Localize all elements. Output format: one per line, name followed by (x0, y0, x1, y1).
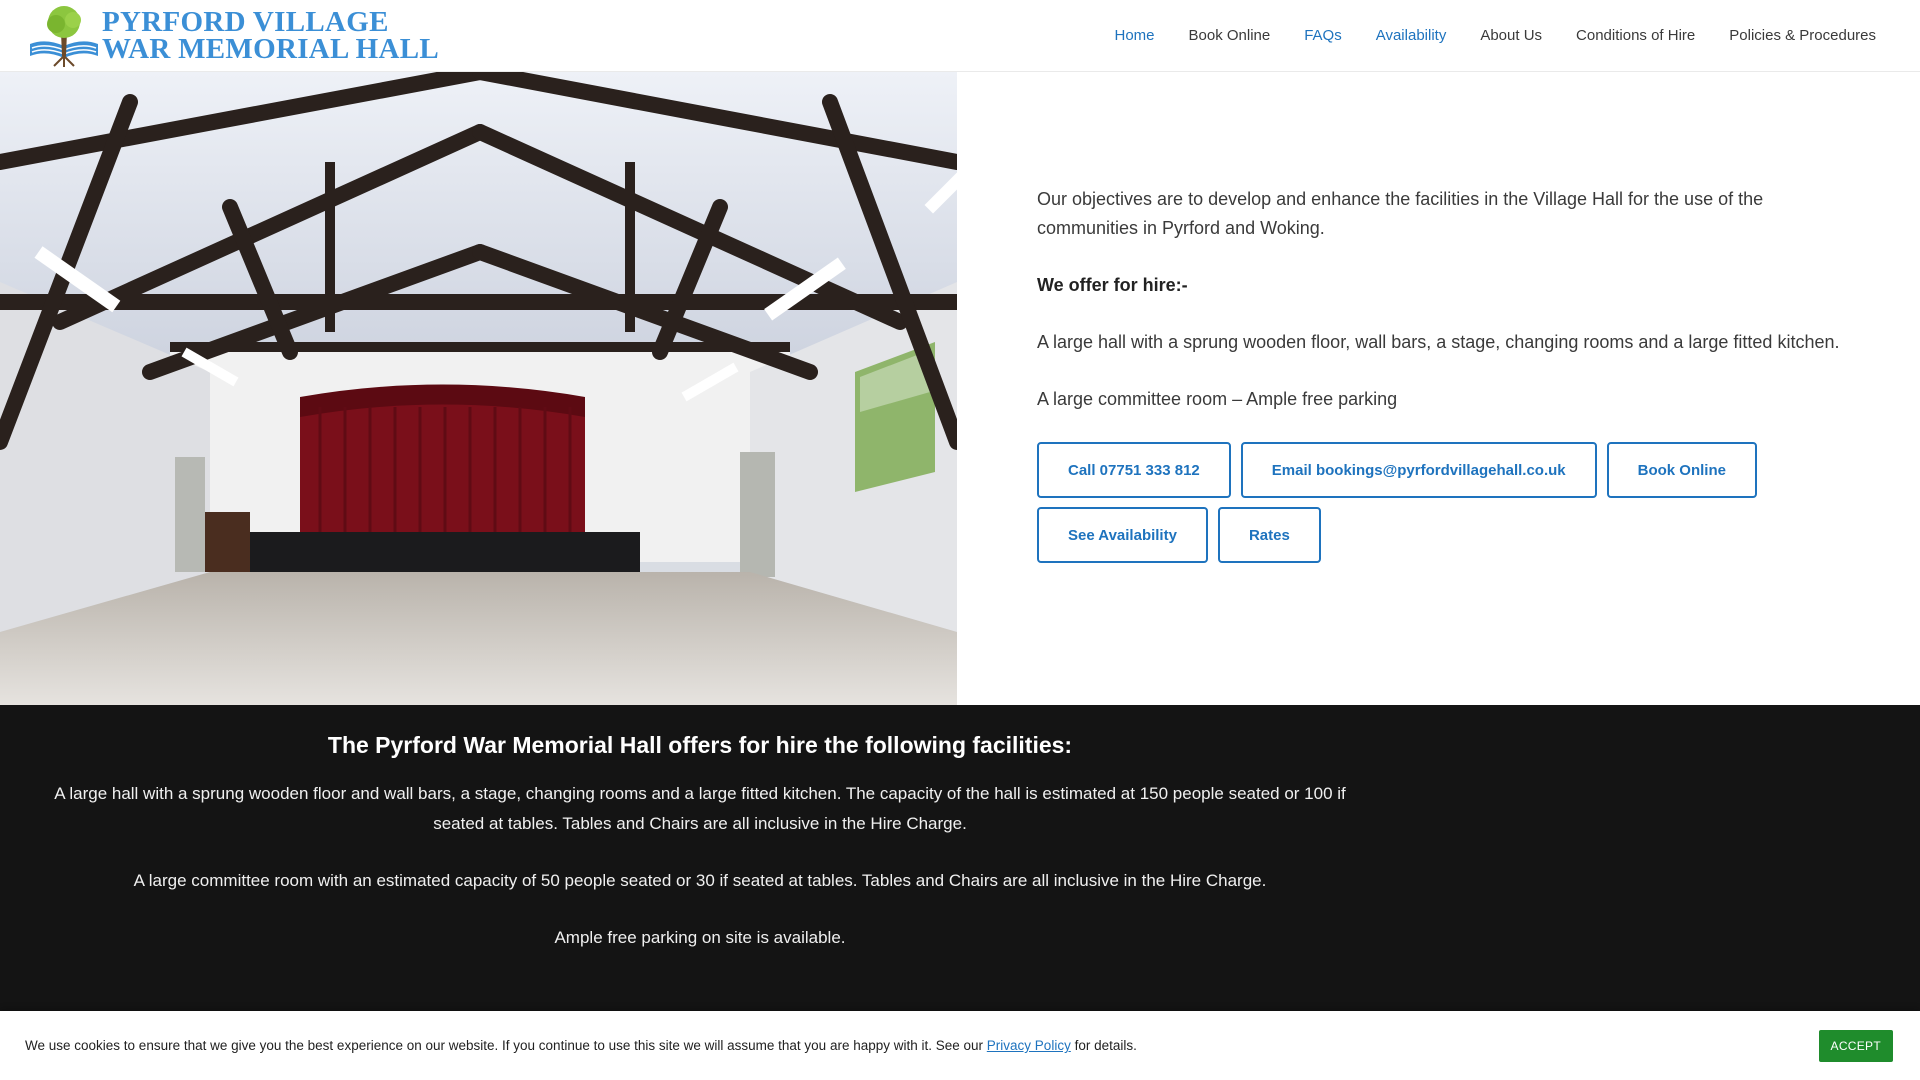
hero-buttons: Call 07751 333 812 Email bookings@pyrfor… (1037, 442, 1837, 563)
nav-policies-procedures[interactable]: Policies & Procedures (1729, 27, 1876, 44)
site-header: PYRFORD VILLAGE WAR MEMORIAL HALL Home B… (0, 0, 1920, 72)
committee-room-paragraph: A large committee room – Ample free park… (1037, 389, 1398, 409)
cookie-text-before: We use cookies to ensure that we give yo… (25, 1038, 987, 1053)
facilities-section: The Pyrford War Memorial Hall offers for… (0, 705, 1920, 1011)
nav-faqs[interactable]: FAQs (1304, 27, 1342, 44)
nav-home[interactable]: Home (1114, 27, 1154, 44)
main-nav: Home Book Online FAQs Availability About… (1080, 27, 1876, 44)
facilities-content: The Pyrford War Memorial Hall offers for… (30, 732, 1370, 980)
privacy-policy-link[interactable]: Privacy Policy (987, 1038, 1071, 1053)
large-hall-paragraph: A large hall with a sprung wooden floor,… (1037, 332, 1840, 352)
cookie-message: We use cookies to ensure that we give yo… (25, 1038, 1137, 1053)
site-logo[interactable]: PYRFORD VILLAGE WAR MEMORIAL HALL (28, 0, 439, 72)
cookie-bar: We use cookies to ensure that we give yo… (0, 1011, 1920, 1080)
cookie-text-after: for details. (1070, 1038, 1137, 1053)
nav-book-online[interactable]: Book Online (1189, 27, 1271, 44)
hall-interior-photo (0, 72, 957, 705)
tree-book-logo-icon (30, 5, 98, 67)
nav-availability[interactable]: Availability (1376, 27, 1447, 44)
facilities-hall-paragraph: A large hall with a sprung wooden floor … (54, 784, 1346, 833)
hero-content: Our objectives are to develop and enhanc… (1037, 185, 1847, 563)
site-title: PYRFORD VILLAGE WAR MEMORIAL HALL (102, 5, 440, 65)
objectives-paragraph: Our objectives are to develop and enhanc… (1037, 189, 1764, 238)
rates-button[interactable]: Rates (1217, 507, 1321, 563)
nav-conditions-of-hire[interactable]: Conditions of Hire (1576, 27, 1695, 44)
offer-heading: We offer for hire:- (1037, 275, 1188, 295)
site-title-line2: WAR MEMORIAL HALL (102, 32, 440, 65)
email-button[interactable]: Email bookings@pyrfordvillagehall.co.uk (1240, 442, 1597, 498)
accept-cookies-button[interactable]: ACCEPT (1818, 1029, 1893, 1062)
facilities-heading: The Pyrford War Memorial Hall offers for… (327, 732, 1073, 758)
nav-about-us[interactable]: About Us (1480, 27, 1542, 44)
hero-section: Our objectives are to develop and enhanc… (0, 72, 1920, 705)
book-online-button[interactable]: Book Online (1606, 442, 1757, 498)
see-availability-button[interactable]: See Availability (1037, 507, 1208, 563)
site-title-line1: PYRFORD VILLAGE (102, 5, 389, 38)
facilities-committee-paragraph: A large committee room with an estimated… (133, 871, 1267, 890)
facilities-parking-paragraph: Ample free parking on site is available. (554, 928, 846, 947)
call-button[interactable]: Call 07751 333 812 (1037, 442, 1231, 498)
